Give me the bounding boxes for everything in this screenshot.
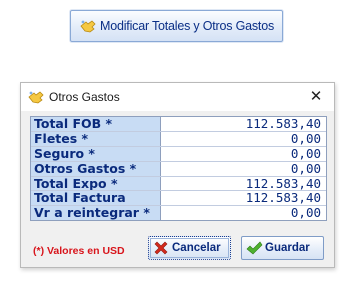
row-label: Seguro * — [31, 146, 161, 161]
cancel-label: Cancelar — [172, 242, 221, 254]
row-value[interactable]: 0,00 — [161, 131, 326, 146]
modify-totals-label: Modificar Totales y Otros Gastos — [100, 19, 274, 33]
table-row: Total FOB * 112.583,40 — [31, 117, 326, 132]
row-label: Total FOB * — [31, 117, 161, 131]
row-value[interactable]: 112.583,40 — [161, 176, 326, 191]
table-row: Otros Gastos * 0,00 — [31, 161, 326, 177]
checkmark-icon — [246, 241, 263, 255]
row-value[interactable]: 112.583,40 — [161, 117, 326, 131]
cancel-button[interactable]: Cancelar — [148, 236, 231, 260]
table-row: Total Expo * 112.583,40 — [31, 176, 326, 192]
red-x-icon — [154, 241, 168, 255]
dialog-titlebar: Otros Gastos ✕ — [21, 83, 334, 111]
table-row: Vr a reintegrar * 0,00 — [31, 206, 326, 221]
hand-pointer-icon — [80, 20, 96, 33]
row-label: Otros Gastos * — [31, 161, 161, 176]
row-value[interactable]: 0,00 — [161, 206, 326, 220]
table-row: Fletes * 0,00 — [31, 131, 326, 147]
save-label: Guardar — [265, 242, 310, 254]
hand-pointer-icon — [28, 91, 44, 104]
table-row: Seguro * 0,00 — [31, 146, 326, 162]
modify-totals-button[interactable]: Modificar Totales y Otros Gastos — [70, 10, 283, 42]
row-value[interactable]: 112.583,40 — [161, 191, 326, 205]
row-label: Vr a reintegrar * — [31, 206, 161, 221]
row-value[interactable]: 0,00 — [161, 161, 326, 176]
close-icon[interactable]: ✕ — [308, 88, 324, 104]
save-button[interactable]: Guardar — [241, 236, 324, 260]
row-label: Total Factura — [31, 191, 161, 206]
table-row: Total Factura 112.583,40 — [31, 191, 326, 207]
currency-note: (*) Valores en USD — [33, 245, 125, 257]
totals-table: Total FOB * 112.583,40 Fletes * 0,00 Seg… — [30, 116, 327, 222]
row-value[interactable]: 0,00 — [161, 146, 326, 161]
dialog-title: Otros Gastos — [49, 90, 120, 104]
otros-gastos-dialog: Otros Gastos ✕ Total FOB * 112.583,40 Fl… — [20, 82, 335, 268]
screen: Modificar Totales y Otros Gastos Otros G… — [0, 0, 353, 283]
row-label: Total Expo * — [31, 176, 161, 191]
row-label: Fletes * — [31, 131, 161, 146]
